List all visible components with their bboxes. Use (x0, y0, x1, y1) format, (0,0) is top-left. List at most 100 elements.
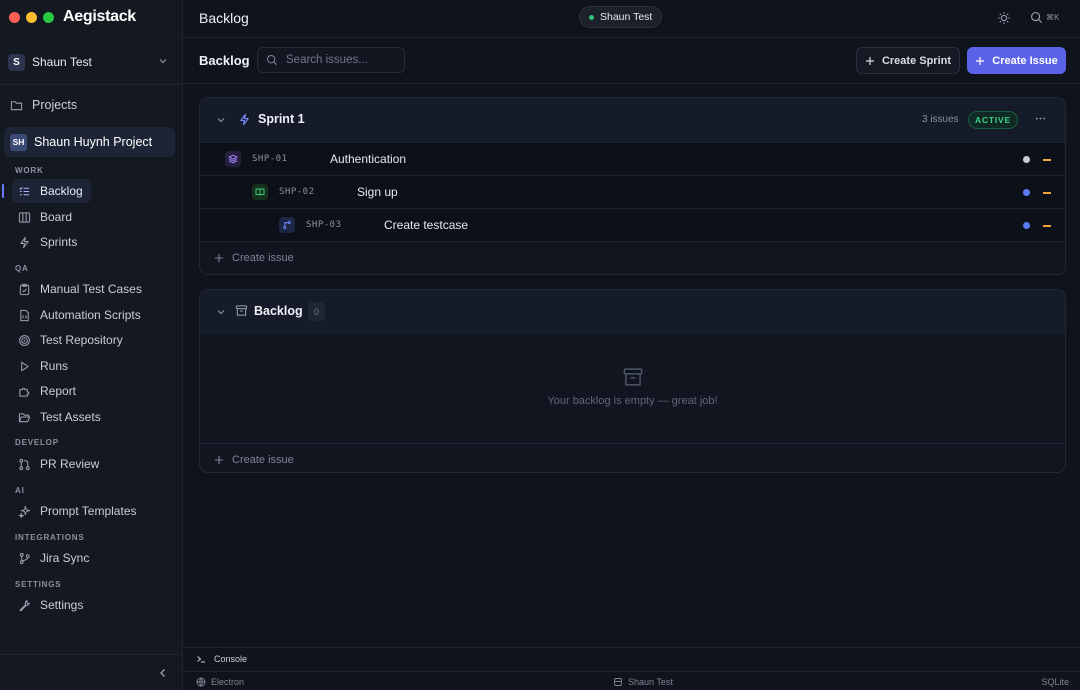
issue-title: Sign up (357, 185, 398, 199)
plus-icon (215, 456, 223, 464)
workspace-status-label: Shaun Test (628, 677, 673, 687)
status-bar: Electron Shaun Test SQLite (183, 671, 1080, 690)
sprint-header[interactable]: Sprint 1 3 issues ACTIVE (200, 98, 1065, 142)
close-window-button[interactable] (9, 12, 20, 23)
priority-medium-icon[interactable] (1043, 159, 1051, 161)
database-icon (614, 678, 622, 686)
sprint-title: Sprint 1 (258, 112, 305, 126)
sidebar-item-board[interactable]: Board (12, 205, 80, 229)
backlog-panel: Backlog 0 Your backlog is empty — great … (199, 289, 1066, 473)
collapse-sidebar-icon[interactable] (157, 667, 169, 679)
workspace-switcher[interactable]: S Shaun Test (8, 52, 174, 72)
sidebar-item-prompt-templates[interactable]: Prompt Templates (12, 499, 145, 523)
issue-title: Authentication (330, 152, 407, 166)
workspace-status: Shaun Test (613, 677, 673, 687)
git-pull-request-icon (19, 458, 30, 470)
search-icon (1031, 12, 1043, 24)
sidebar-item-report[interactable]: Report (12, 379, 84, 403)
projects-link[interactable]: Projects (10, 98, 77, 112)
chevron-down-icon[interactable] (216, 115, 226, 125)
lightning-icon (240, 113, 249, 126)
status-dot[interactable] (1023, 189, 1030, 196)
sprint-panel: Sprint 1 3 issues ACTIVE SHP-01 Authenti… (199, 97, 1066, 275)
issue-count: 3 issues (922, 114, 959, 125)
sidebar-item-sprints[interactable]: Sprints (12, 230, 85, 254)
section-integrations: INTEGRATIONS (15, 533, 85, 542)
status-dot[interactable] (1023, 156, 1030, 163)
issue-search[interactable] (257, 47, 405, 73)
archive-icon (235, 305, 248, 316)
backlog-title: Backlog (254, 304, 303, 318)
sidebar-item-automation-scripts[interactable]: Automation Scripts (12, 303, 149, 327)
section-title: Backlog (199, 53, 250, 68)
storage-label: SQLite (1041, 677, 1069, 687)
sidebar-item-test-repository[interactable]: Test Repository (12, 328, 131, 352)
runtime-status: Electron (196, 677, 244, 687)
create-issue-inline[interactable]: Create issue (200, 241, 1065, 274)
section-settings: SETTINGS (15, 580, 62, 589)
project-avatar: SH (10, 133, 27, 151)
sidebar-item-label: Report (40, 384, 77, 398)
project-selector[interactable]: SH Shaun Huynh Project (4, 127, 175, 157)
issue-row[interactable]: SHP-03 Create testcase (200, 208, 1065, 241)
workspace-name: Shaun Test (32, 55, 92, 69)
backlog-count-badge: 0 (308, 302, 325, 321)
search-input[interactable] (286, 54, 396, 66)
epic-icon (225, 151, 241, 167)
online-status-dot (589, 14, 594, 20)
board-icon (18, 211, 31, 223)
play-icon (21, 361, 29, 371)
minimize-window-button[interactable] (26, 12, 37, 23)
subtask-icon (279, 217, 295, 233)
theme-toggle-icon[interactable] (997, 11, 1011, 25)
backlog-toolbar: Backlog Create Sprint Create Issue (183, 38, 1080, 84)
section-develop: DEVELOP (15, 438, 59, 447)
active-indicator (2, 184, 4, 198)
status-badge: ACTIVE (968, 111, 1018, 129)
status-dot[interactable] (1023, 222, 1030, 229)
sidebar-item-label: Sprints (40, 235, 78, 249)
shortcut-hint: ⌘K (1046, 13, 1060, 22)
priority-medium-icon[interactable] (1043, 192, 1051, 194)
sidebar-item-runs[interactable]: Runs (12, 354, 76, 378)
runtime-label: Electron (211, 677, 245, 687)
issue-row[interactable]: SHP-02 Sign up (200, 175, 1065, 208)
console-label: Console (214, 654, 248, 664)
sidebar-item-label: Runs (40, 359, 69, 373)
issue-row[interactable]: SHP-01 Authentication (200, 142, 1065, 175)
sidebar-item-jira-sync[interactable]: Jira Sync (12, 546, 97, 570)
target-icon (19, 334, 30, 346)
command-search-button[interactable]: ⌘K (1030, 11, 1059, 24)
workspace-pill[interactable]: Shaun Test (579, 6, 663, 28)
chevron-down-icon[interactable] (216, 307, 226, 317)
divider (0, 84, 183, 85)
sidebar-item-label: Board (40, 210, 73, 224)
plus-icon (865, 56, 874, 65)
more-options-icon[interactable] (1034, 112, 1047, 125)
plus-icon (215, 254, 223, 262)
issue-key: SHP-02 (279, 187, 315, 197)
wrench-icon (19, 599, 30, 611)
create-issue-inline[interactable]: Create issue (200, 443, 1065, 472)
workspace-pill-label: Shaun Test (600, 11, 653, 23)
sidebar: Aegistack S Shaun Test Projects SH Shaun… (0, 0, 183, 690)
sidebar-item-manual-test-cases[interactable]: Manual Test Cases (12, 277, 150, 301)
priority-medium-icon[interactable] (1043, 225, 1051, 227)
issue-key: SHP-01 (252, 154, 288, 164)
backlog-header[interactable]: Backlog 0 (200, 290, 1065, 334)
create-sprint-button[interactable]: Create Sprint (856, 47, 960, 74)
sidebar-item-backlog[interactable]: Backlog (12, 179, 91, 203)
zoom-window-button[interactable] (43, 12, 54, 23)
sidebar-item-pr-review[interactable]: PR Review (12, 452, 107, 476)
sidebar-item-label: Prompt Templates (40, 504, 137, 518)
create-issue-text: Create issue (232, 454, 294, 466)
sidebar-item-label: Jira Sync (40, 551, 90, 565)
git-branch-icon (19, 552, 30, 564)
sidebar-item-test-assets[interactable]: Test Assets (12, 405, 109, 429)
sidebar-item-label: Settings (40, 598, 84, 612)
console-toggle[interactable]: Console (183, 647, 1080, 670)
sidebar-item-settings[interactable]: Settings (12, 593, 91, 617)
create-issue-button[interactable]: Create Issue (967, 47, 1066, 74)
top-bar: Backlog Shaun Test ⌘K (183, 0, 1080, 38)
sidebar-item-label: Manual Test Cases (40, 282, 142, 296)
